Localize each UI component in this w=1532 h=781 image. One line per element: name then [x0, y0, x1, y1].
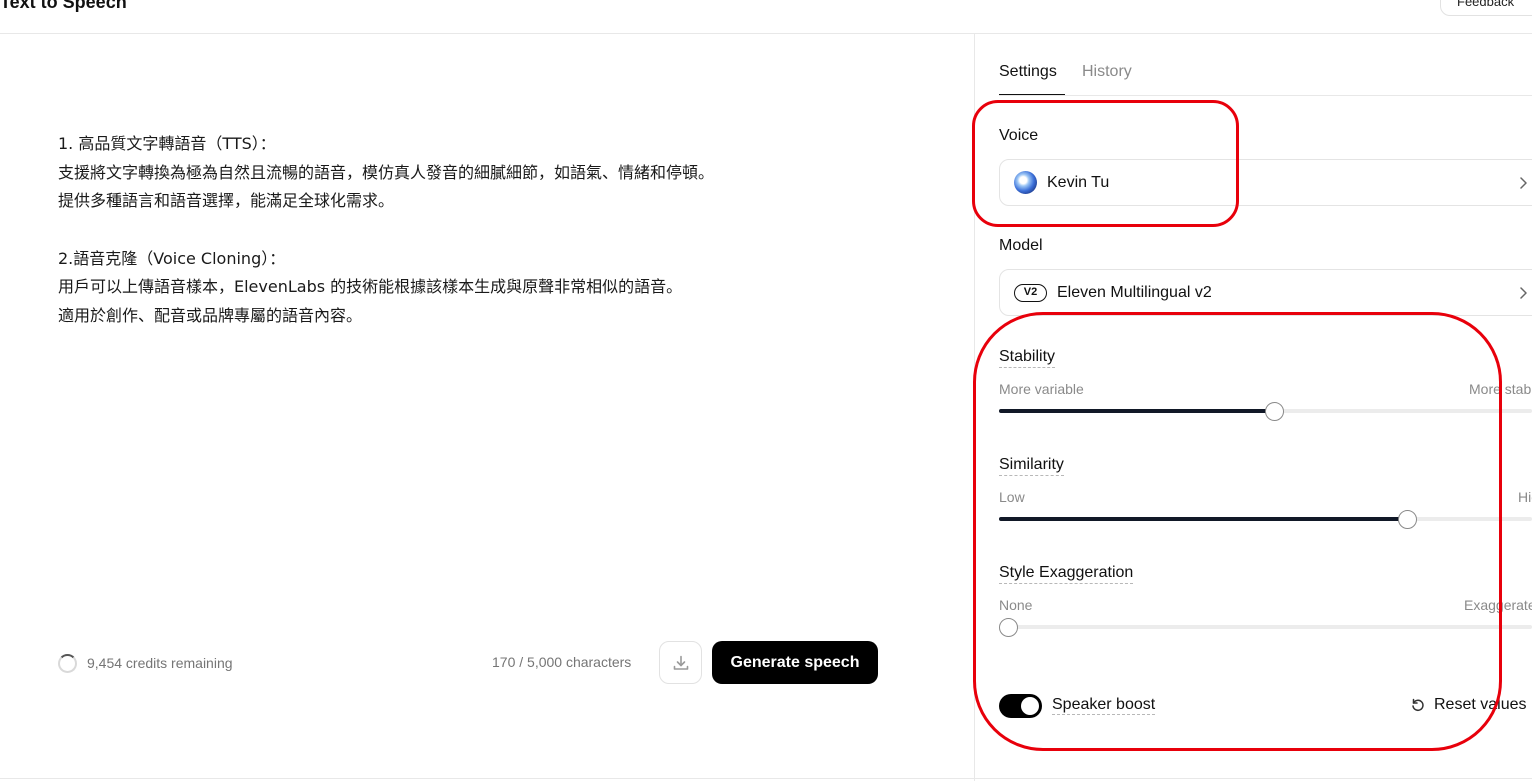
- stability-min-hint: More variable: [999, 381, 1084, 397]
- chevron-right-icon: [1520, 287, 1527, 299]
- tab-settings[interactable]: Settings: [999, 62, 1057, 82]
- speaker-boost-label: Speaker boost: [1052, 696, 1156, 715]
- style-max-hint: Exaggerated: [1464, 597, 1532, 613]
- bottom-divider: [0, 778, 1532, 779]
- editor-line: 1. 高品質文字轉語音（TTS）：: [58, 134, 276, 153]
- model-version-badge: V2: [1014, 284, 1047, 302]
- similarity-slider-fill: [999, 517, 1408, 521]
- stability-label: Stability: [999, 348, 1056, 368]
- character-count: 170 / 5,000 characters: [492, 654, 632, 670]
- chevron-right-icon: [1520, 177, 1527, 189]
- reset-values-label: Reset values: [1434, 696, 1527, 713]
- editor-line: 支援將文字轉換為極為自然且流暢的語音，模仿真人發音的細膩細節，如語氣、情緒和停頓…: [58, 162, 715, 182]
- style-slider-thumb[interactable]: [999, 618, 1018, 637]
- voice-avatar-icon: [1014, 171, 1037, 194]
- speaker-boost-toggle-knob: [1021, 697, 1039, 715]
- download-button[interactable]: [659, 641, 702, 684]
- tab-history[interactable]: History: [1082, 62, 1132, 82]
- panel-divider: [974, 34, 975, 781]
- reset-values-button[interactable]: Reset values: [1410, 696, 1527, 714]
- annotation-outline-sliders: [973, 312, 1502, 751]
- download-icon: [673, 655, 688, 670]
- stability-max-hint: More stable: [1469, 381, 1532, 397]
- tabs-divider: [999, 95, 1532, 96]
- model-name: Eleven Multilingual v2: [1057, 284, 1212, 301]
- editor-line: 適用於創作、配音或品牌專屬的語音內容。: [58, 305, 363, 325]
- editor-line: 用戶可以上傳語音樣本，ElevenLabs 的技術能根據該樣本生成與原聲非常相似…: [58, 277, 683, 297]
- stability-slider-thumb[interactable]: [1264, 402, 1284, 421]
- generate-speech-button[interactable]: Generate speech: [712, 641, 878, 684]
- voice-name: Kevin Tu: [1047, 174, 1110, 191]
- credits-ring-icon: [58, 653, 77, 673]
- similarity-slider-thumb[interactable]: [1397, 510, 1417, 529]
- voice-label: Voice: [999, 127, 1039, 144]
- tts-page: Text to Speech Feedback 1. 高品質文字轉語音（TTS）…: [0, 0, 1532, 781]
- style-min-hint: None: [999, 597, 1033, 613]
- style-slider-track[interactable]: [999, 625, 1532, 629]
- page-title: Text to Speech: [0, 0, 127, 12]
- reset-icon: [1412, 698, 1424, 712]
- similarity-min-hint: Low: [999, 489, 1025, 505]
- credits-indicator: 9,454 credits remaining: [58, 652, 233, 674]
- model-label: Model: [999, 237, 1043, 254]
- editor-line: 2.語音克隆（Voice Cloning）：: [58, 248, 286, 268]
- feedback-button[interactable]: Feedback: [1440, 0, 1532, 16]
- style-exaggeration-label: Style Exaggeration: [999, 564, 1134, 584]
- top-header: Text to Speech Feedback: [0, 0, 1532, 34]
- editor-line: 提供多種語言和語音選擇，能滿足全球化需求。: [58, 191, 395, 211]
- similarity-label: Similarity: [999, 456, 1064, 476]
- credits-remaining: 9,454 credits remaining: [87, 655, 233, 671]
- text-editor[interactable]: 1. 高品質文字轉語音（TTS）： 支援將文字轉換為極為自然且流暢的語音，模仿真…: [58, 130, 938, 331]
- stability-slider-fill: [999, 409, 1275, 413]
- similarity-max-hint: High: [1518, 489, 1532, 505]
